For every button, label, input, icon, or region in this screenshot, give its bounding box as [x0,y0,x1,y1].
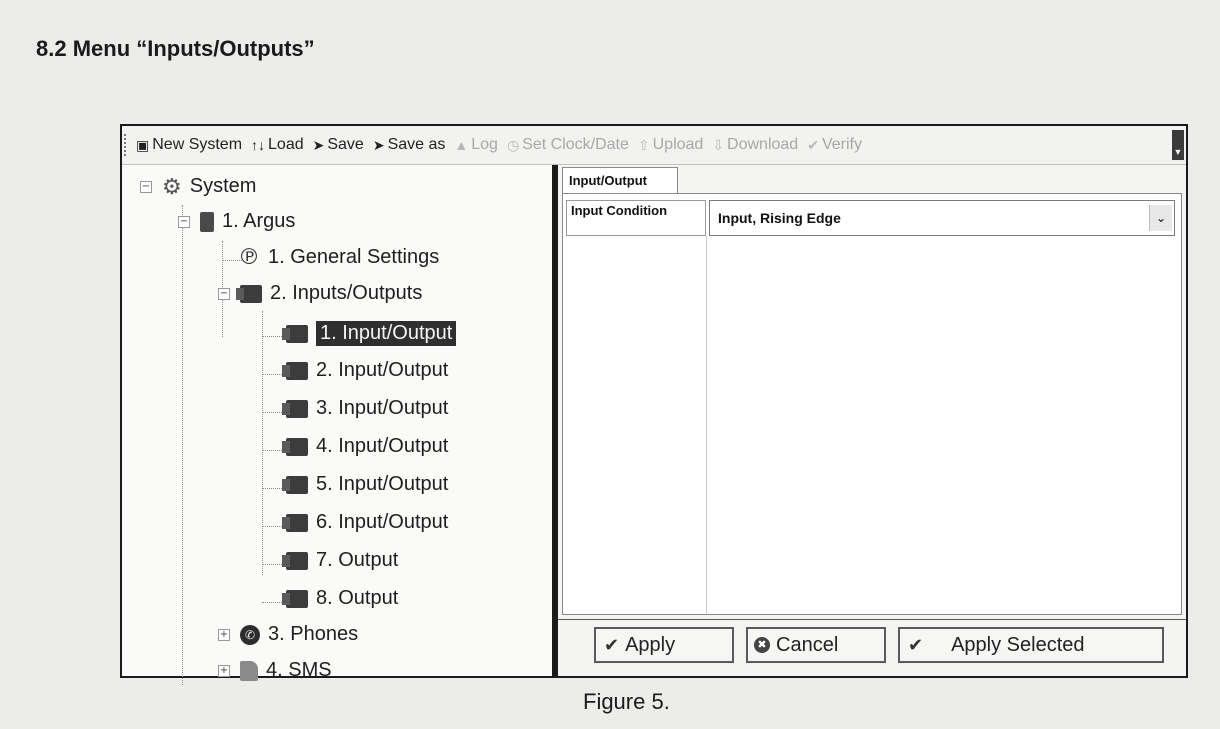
tree-connector [262,412,284,413]
tree-connector [262,336,284,337]
new-system-icon: ▣ [136,136,150,153]
save-button[interactable]: ➤ Save [310,136,370,154]
tree-connector [262,488,284,489]
input-condition-select[interactable]: Input, Rising Edge ⌄ [709,200,1175,236]
clock-icon: ◷ [506,136,520,153]
upload-button[interactable]: ⇧ Upload [635,136,709,154]
input-condition-label: Input Condition [566,200,706,236]
tree-item-output-8[interactable]: 8. Output [282,587,398,610]
section-title: 8.2 Menu “Inputs/Outputs” [36,36,315,61]
chevron-down-icon[interactable]: ⌄ [1149,205,1172,231]
sms-icon [240,660,258,681]
download-button[interactable]: ⇩ Download [709,136,804,154]
verify-icon: ✔ [807,136,819,153]
tree-connector [182,205,183,685]
checkmark-icon: ✔ [908,634,924,656]
apply-selected-button[interactable]: ✔ Apply Selected [898,627,1164,663]
tree-node-argus[interactable]: − 1. Argus [178,210,295,233]
phone-icon: ✆ [240,624,260,645]
new-system-button[interactable]: ▣ New System [133,136,248,154]
load-icon: ↑↓ [251,137,266,153]
property-grid: Input Condition Input, Rising Edge ⌄ [562,193,1182,615]
tree-item-io-2[interactable]: 2. Input/Output [282,359,448,382]
tree-node-sms[interactable]: + 4. SMS [218,659,332,682]
tree-connector [262,311,263,575]
tree-connector [262,602,284,603]
io-module-icon [282,437,308,456]
io-module-icon [282,475,308,494]
toolbar-overflow-chevron-icon[interactable]: ▼ [1172,130,1184,160]
tab-input-output[interactable]: Input/Output [562,167,678,193]
download-icon: ⇩ [712,136,725,153]
toolbar: ▣ New System ↑↓ Load ➤ Save ➤ Save as ▲ Log ◷… [122,126,1186,165]
tree-connector [262,526,284,527]
load-button[interactable]: ↑↓ Load [248,136,310,154]
io-module-icon [282,399,308,418]
tree-item-io-4[interactable]: 4. Input/Output [282,435,448,458]
expand-toggle-icon[interactable]: + [218,628,230,641]
expand-toggle-icon[interactable]: + [218,664,230,677]
apply-button[interactable]: ✔ Apply [594,627,734,663]
input-condition-value: Input, Rising Edge [718,210,841,226]
set-clock-date-button[interactable]: ◷ Set Clock/Date [504,136,635,154]
column-divider [706,236,707,614]
save-as-icon: ➤ [372,136,385,153]
log-button[interactable]: ▲ Log [451,136,504,154]
folder-icon [236,284,262,303]
io-module-icon [282,361,308,380]
io-module-icon [282,589,308,608]
log-icon: ▲ [454,137,469,153]
editor-panel: Input/Output Input Condition Input, Risi… [558,165,1186,676]
tree-node-system[interactable]: − ⚙ System [140,175,256,198]
save-icon: ➤ [312,136,325,153]
verify-button[interactable]: ✔ Verify [804,136,868,154]
collapse-toggle-icon[interactable]: − [140,180,152,193]
collapse-toggle-icon[interactable]: − [178,215,190,228]
tree-connector [262,374,284,375]
figure-caption: Figure 5. [583,689,670,714]
io-module-icon [282,551,308,570]
tree-item-io-3[interactable]: 3. Input/Output [282,397,448,420]
device-icon [200,211,214,232]
tree-item-io-6[interactable]: 6. Input/Output [282,511,448,534]
checkmark-icon: ✔ [604,634,620,656]
gear-icon: ⚙ [162,173,182,199]
divider [558,619,1186,620]
tree-item-output-7[interactable]: 7. Output [282,549,398,572]
tree-connector [262,564,284,565]
tree-node-general-settings[interactable]: ℗ 1. General Settings [238,246,439,269]
tree-connector [262,450,284,451]
tree-item-io-1[interactable]: 1. Input/Output [282,321,457,346]
tree-panel: − ⚙ System − 1. Argus ℗ 1. General Setti… [122,165,552,685]
io-module-icon [282,324,308,343]
io-module-icon [282,513,308,532]
save-as-button[interactable]: ➤ Save as [370,136,452,154]
tree-node-inputs-outputs[interactable]: − 2. Inputs/Outputs [218,282,422,305]
cancel-button[interactable]: ✖ Cancel [746,627,886,663]
upload-icon: ⇧ [637,136,650,153]
cancel-icon: ✖ [754,637,770,653]
tree-node-phones[interactable]: + ✆ 3. Phones [218,623,358,646]
toolbar-grip[interactable] [124,134,130,156]
collapse-toggle-icon[interactable]: − [218,287,230,300]
wrench-icon: ℗ [238,244,260,270]
tree-item-io-5[interactable]: 5. Input/Output [282,473,448,496]
app-window: ▣ New System ↑↓ Load ➤ Save ➤ Save as ▲ Log ◷… [120,124,1188,685]
